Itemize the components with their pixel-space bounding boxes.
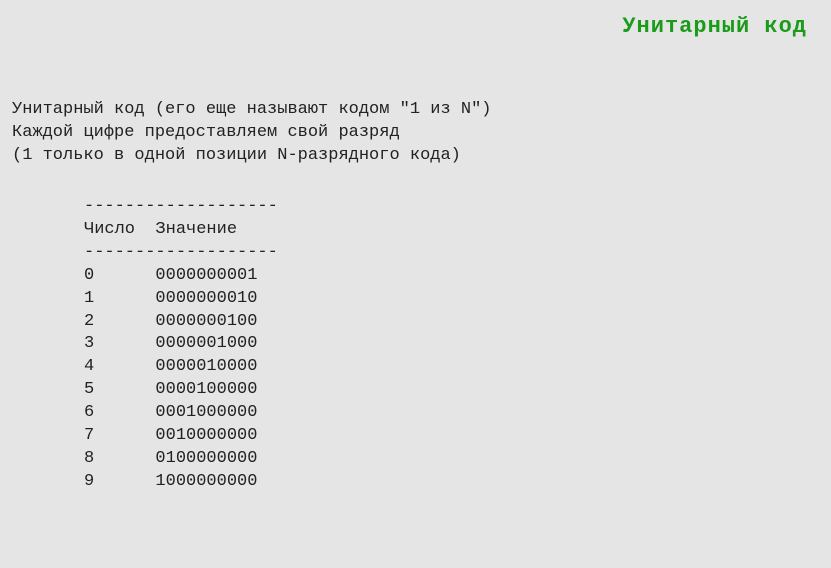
table-row: 6 0001000000 [84,402,819,425]
content-area: Унитарный код (его еще называют кодом "1… [0,39,831,494]
table-row: 0 0000000001 [84,265,819,288]
table-row: 3 0000001000 [84,333,819,356]
table-row: 7 0010000000 [84,425,819,448]
table-row: 8 0100000000 [84,448,819,471]
description-line-3: (1 только в одной позиции N-разрядного к… [12,145,819,168]
table-row: 4 0000010000 [84,356,819,379]
table-header: Число Значение [84,219,819,242]
page-title: Унитарный код [0,0,831,39]
table-row: 9 1000000000 [84,471,819,494]
table-divider-top: ------------------- [84,196,819,219]
description-line-2: Каждой цифре предоставляем свой разряд [12,122,819,145]
table-row: 2 0000000100 [84,311,819,334]
table-rows: 0 00000000011 00000000102 00000001003 00… [84,265,819,494]
table-row: 5 0000100000 [84,379,819,402]
table-divider-mid: ------------------- [84,242,819,265]
table-row: 1 0000000010 [84,288,819,311]
description-line-1: Унитарный код (его еще называют кодом "1… [12,99,819,122]
code-table: ------------------- Число Значение -----… [12,196,819,494]
